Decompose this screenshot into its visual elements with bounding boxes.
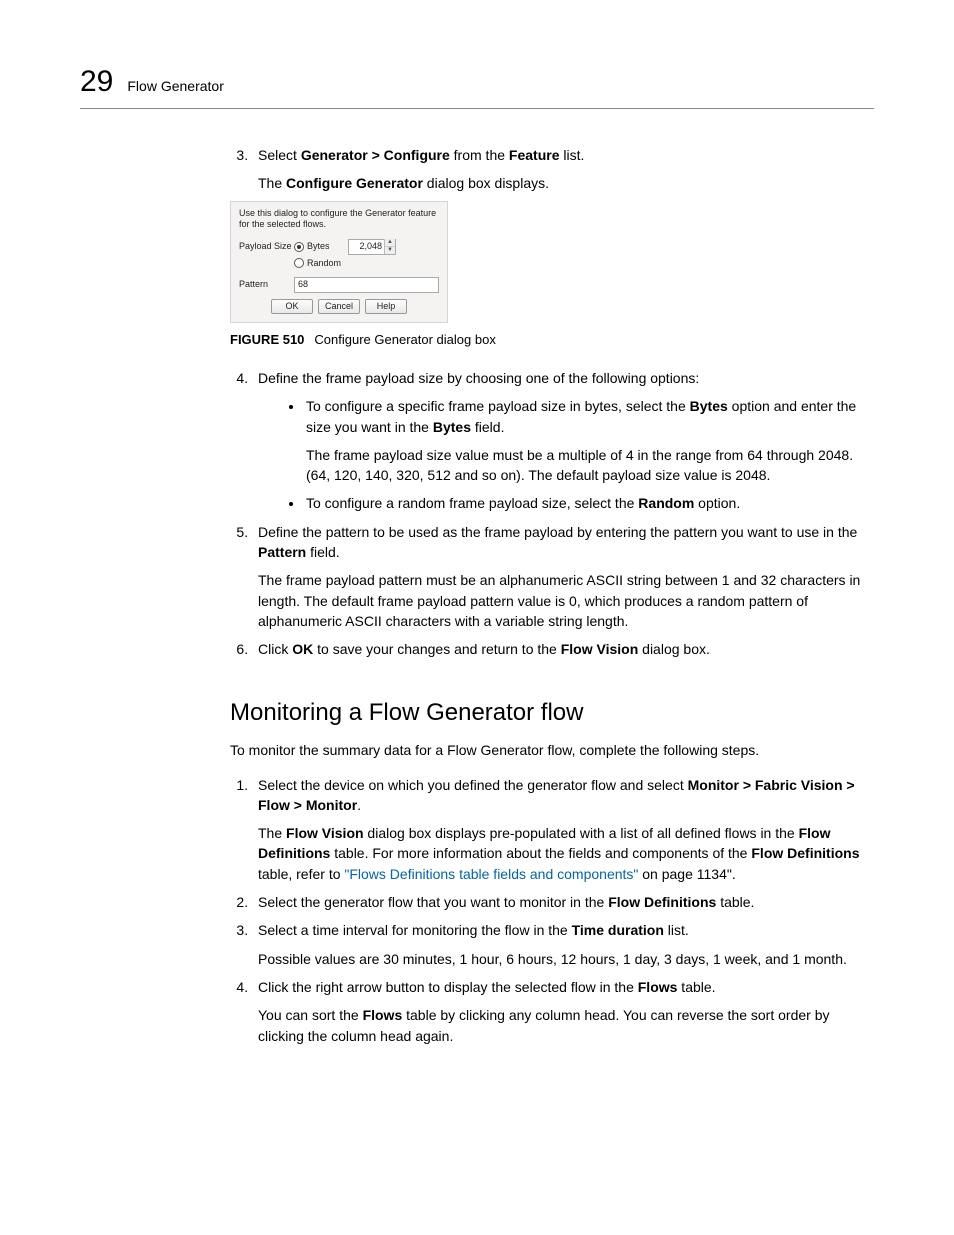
dialog-description: Use this dialog to configure the Generat… xyxy=(239,208,439,231)
monitor-step-4: Click the right arrow button to display … xyxy=(252,977,874,1046)
pattern-input[interactable]: 68 xyxy=(294,277,439,293)
step4-bullet1-para: The frame payload size value must be a m… xyxy=(306,445,874,486)
spinner-buttons[interactable]: ▲ ▼ xyxy=(384,239,395,254)
chapter-number: 29 xyxy=(80,60,113,104)
random-radio-label: Random xyxy=(307,258,341,269)
step3-text: Select Generator > Configure from the Fe… xyxy=(258,147,584,163)
monitor-step3-para: Possible values are 30 minutes, 1 hour, … xyxy=(258,949,874,969)
payload-size-label: Payload Size xyxy=(239,241,294,252)
bytes-radio-label: Bytes xyxy=(307,241,330,252)
chapter-title: Flow Generator xyxy=(127,76,223,96)
dialog-buttons: OK Cancel Help xyxy=(239,299,439,314)
ok-button[interactable]: OK xyxy=(271,299,313,314)
section-heading: Monitoring a Flow Generator flow xyxy=(230,696,874,731)
page-header: 29 Flow Generator xyxy=(80,60,874,109)
step-6: Click OK to save your changes and return… xyxy=(252,639,874,659)
monitor-step-2: Select the generator flow that you want … xyxy=(252,892,874,912)
random-row: Random xyxy=(239,258,439,269)
monitor-steps: Select the device on which you defined t… xyxy=(230,775,874,1046)
bytes-spinner[interactable]: 2,048 ▲ ▼ xyxy=(348,239,396,255)
steps-list-a: Select Generator > Configure from the Fe… xyxy=(230,145,874,194)
help-button[interactable]: Help xyxy=(365,299,407,314)
step-3: Select Generator > Configure from the Fe… xyxy=(252,145,874,194)
step-5: Define the pattern to be used as the fra… xyxy=(252,522,874,631)
bytes-radio-group[interactable]: Bytes xyxy=(294,241,348,252)
bytes-radio[interactable] xyxy=(294,242,304,252)
monitor-step-3: Select a time interval for monitoring th… xyxy=(252,920,874,969)
monitor-step1-para: The Flow Vision dialog box displays pre-… xyxy=(258,823,874,884)
random-radio[interactable] xyxy=(294,258,304,268)
step4-bullet-1: To configure a specific frame payload si… xyxy=(304,396,874,485)
page-content: Select Generator > Configure from the Fe… xyxy=(230,145,874,1046)
spinner-up-icon[interactable]: ▲ xyxy=(385,239,395,247)
payload-size-row: Payload Size Bytes 2,048 ▲ ▼ xyxy=(239,239,439,255)
pattern-label: Pattern xyxy=(239,279,294,290)
monitor-step4-para: You can sort the Flows table by clicking… xyxy=(258,1005,874,1046)
configure-generator-dialog: Use this dialog to configure the Generat… xyxy=(230,201,448,323)
step5-para: The frame payload pattern must be an alp… xyxy=(258,570,874,631)
step-4: Define the frame payload size by choosin… xyxy=(252,368,874,514)
bytes-value: 2,048 xyxy=(349,241,384,252)
figure-text: Configure Generator dialog box xyxy=(314,332,495,347)
step4-bullet-2: To configure a random frame payload size… xyxy=(304,493,874,513)
steps-list-b: Define the frame payload size by choosin… xyxy=(230,368,874,660)
step3-sub: The Configure Generator dialog box displ… xyxy=(258,173,874,193)
monitor-step-1: Select the device on which you defined t… xyxy=(252,775,874,884)
step4-bullets: To configure a specific frame payload si… xyxy=(258,396,874,513)
figure-label: FIGURE 510 xyxy=(230,332,304,347)
flows-definitions-link[interactable]: "Flows Definitions table fields and comp… xyxy=(344,866,638,882)
random-radio-group[interactable]: Random xyxy=(294,258,348,269)
step4-text: Define the frame payload size by choosin… xyxy=(258,370,699,386)
figure-caption: FIGURE 510 Configure Generator dialog box xyxy=(230,331,874,350)
pattern-row: Pattern 68 xyxy=(239,277,439,293)
section-intro: To monitor the summary data for a Flow G… xyxy=(230,740,874,760)
cancel-button[interactable]: Cancel xyxy=(318,299,360,314)
spinner-down-icon[interactable]: ▼ xyxy=(385,247,395,254)
